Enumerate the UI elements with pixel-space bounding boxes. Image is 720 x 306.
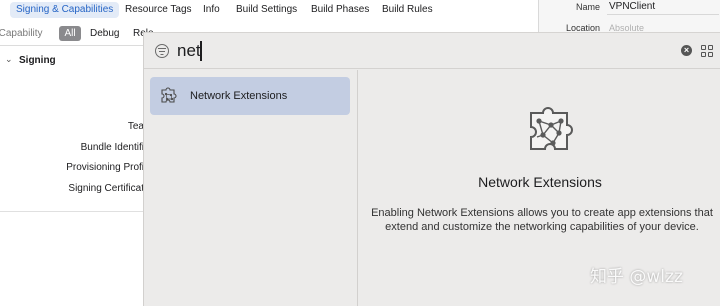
filter-all-button[interactable]: All xyxy=(59,26,81,41)
tab-build-rules[interactable]: Build Rules xyxy=(382,2,433,18)
editor-tab-bar: Signing & Capabilities Resource Tags Inf… xyxy=(0,0,538,20)
search-input[interactable] xyxy=(177,39,477,63)
capability-description: Enabling Network Extensions allows you t… xyxy=(371,207,713,233)
puzzle-piece-network-icon xyxy=(530,107,573,150)
tab-build-settings[interactable]: Build Settings xyxy=(236,2,297,18)
capability-filter-bar: + Capability All Debug Rele xyxy=(0,22,160,44)
bundle-identifier-label: Bundle Identifi xyxy=(80,142,144,153)
capability-list: Network Extensions xyxy=(144,70,358,306)
puzzle-piece-network-icon xyxy=(161,87,177,103)
divider xyxy=(0,45,160,46)
capability-label: Capability xyxy=(0,28,43,39)
list-item-label: Network Extensions xyxy=(190,90,288,102)
provisioning-profile-label: Provisioning Profi xyxy=(66,162,144,173)
list-item-network-extensions[interactable]: Network Extensions xyxy=(150,77,350,115)
name-label: Name xyxy=(575,2,600,12)
filter-icon[interactable] xyxy=(155,44,169,58)
grid-view-icon[interactable] xyxy=(701,45,713,57)
chevron-down-icon[interactable]: ⌄ xyxy=(5,54,13,65)
watermark: 知乎 @wlzz xyxy=(590,267,683,287)
tab-signing-capabilities[interactable]: Signing & Capabilities xyxy=(10,2,120,18)
library-search-bar: × xyxy=(144,33,720,69)
filter-debug-button[interactable]: Debug xyxy=(90,28,119,39)
team-label: Tea xyxy=(127,121,144,132)
capability-title: Network Extensions xyxy=(478,174,602,190)
signing-section-title: Signing xyxy=(19,55,56,66)
tab-build-phases[interactable]: Build Phases xyxy=(311,2,369,18)
tab-resource-tags[interactable]: Resource Tags xyxy=(125,2,192,18)
divider xyxy=(607,14,719,15)
signing-certificate-label: Signing Certificat xyxy=(68,183,144,194)
divider xyxy=(0,211,150,212)
clear-search-icon[interactable]: × xyxy=(681,45,692,56)
tab-info[interactable]: Info xyxy=(203,2,220,18)
file-inspector: Name VPNClient Location Absolute xyxy=(538,0,720,33)
text-caret xyxy=(200,41,202,61)
add-capability-button[interactable]: + Capability xyxy=(0,28,43,39)
name-field[interactable]: VPNClient xyxy=(609,1,655,12)
